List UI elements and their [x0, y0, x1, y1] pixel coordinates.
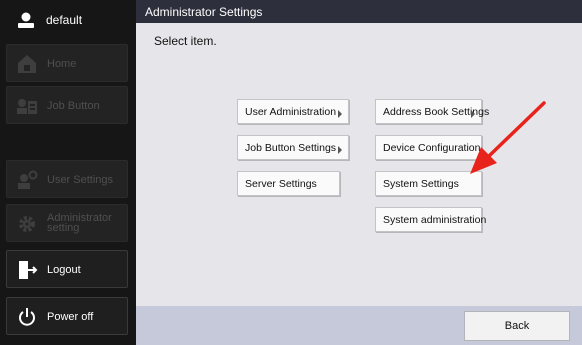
home-icon	[18, 55, 36, 73]
sidebar-item-user-settings[interactable]: User Settings	[6, 160, 128, 198]
user-header: default	[0, 0, 136, 40]
button-label: Server Settings	[245, 178, 317, 190]
sidebar-item-logout[interactable]: Logout	[6, 250, 128, 288]
button-label: Device Configuration	[383, 142, 481, 154]
sidebar-item-power-off[interactable]: Power off	[6, 297, 128, 335]
back-button[interactable]: Back	[464, 311, 570, 341]
job-button-settings-button[interactable]: Job Button Settings	[237, 135, 349, 160]
user-administration-button[interactable]: User Administration	[237, 99, 349, 124]
button-label: User Administration	[245, 106, 337, 118]
power-icon	[19, 308, 35, 326]
footer-bar: Back	[136, 306, 582, 345]
system-settings-button[interactable]: System Settings	[375, 171, 482, 196]
user-icon	[18, 12, 34, 28]
address-book-settings-button[interactable]: Address Book Settings	[375, 99, 489, 124]
chevron-right-icon	[471, 110, 475, 118]
sidebar-item-label: User Settings	[47, 174, 114, 186]
sidebar-item-label: Home	[47, 58, 77, 70]
select-prompt: Select item.	[154, 34, 217, 48]
sidebar: default Home Job Button User Settings Ad…	[0, 0, 136, 345]
sidebar-item-label: Administrator setting	[47, 212, 112, 234]
button-label: System Settings	[383, 178, 459, 190]
gear-icon	[19, 216, 35, 232]
chevron-right-icon	[338, 146, 342, 154]
main-panel: Administrator Settings Select item. User…	[136, 0, 582, 345]
sidebar-item-label: Logout	[47, 264, 81, 276]
sidebar-item-job-button[interactable]: Job Button	[6, 86, 128, 124]
sidebar-item-home[interactable]: Home	[6, 44, 128, 82]
sidebar-item-administrator-setting[interactable]: Administrator setting	[6, 204, 128, 242]
button-label: System administration	[383, 214, 487, 226]
user-settings-icon	[18, 170, 38, 189]
page-title: Administrator Settings	[145, 5, 263, 19]
user-name: default	[46, 13, 83, 27]
title-bar: Administrator Settings	[136, 0, 582, 23]
job-button-icon	[17, 99, 37, 114]
logout-icon	[19, 261, 38, 279]
system-administration-button[interactable]: System administration	[375, 207, 486, 232]
sidebar-item-label: Power off	[47, 311, 94, 323]
chevron-right-icon	[338, 110, 342, 118]
device-configuration-button[interactable]: Device Configuration	[375, 135, 482, 160]
sidebar-item-label: Job Button	[47, 100, 100, 112]
button-label: Job Button Settings	[245, 142, 337, 154]
server-settings-button[interactable]: Server Settings	[237, 171, 340, 196]
